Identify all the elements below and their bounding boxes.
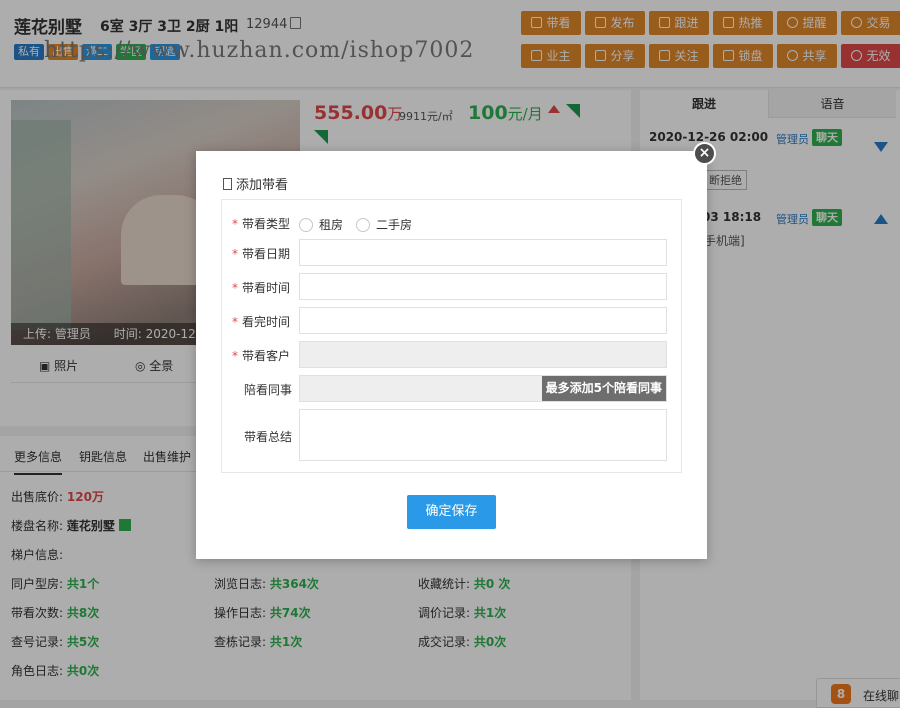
radio-rent[interactable]: 租房	[299, 216, 343, 233]
dialog-title: 添加带看	[223, 174, 288, 193]
close-icon[interactable]: ×	[693, 142, 716, 165]
radio-second-hand[interactable]: 二手房	[356, 216, 412, 233]
colleague-input[interactable]: 最多添加5个陪看同事	[299, 375, 667, 402]
end-time-input[interactable]	[299, 307, 667, 334]
add-viewing-dialog: × 添加带看 * 带看类型 租房 二手房 * 带看日期 * 带看时间 * 看完时间 * 带…	[196, 142, 716, 559]
viewing-date-input[interactable]	[299, 239, 667, 266]
viewing-time-input[interactable]	[299, 273, 667, 300]
save-button[interactable]: 确定保存	[407, 495, 496, 529]
viewing-form: * 带看类型 租房 二手房 * 带看日期 * 带看时间 * 看完时间 * 带看客户 陪看同…	[221, 199, 682, 473]
summary-textarea[interactable]	[299, 409, 667, 461]
radio-circle-icon	[299, 218, 313, 232]
document-icon	[223, 178, 232, 190]
radio-circle-icon	[356, 218, 370, 232]
customer-input[interactable]	[299, 341, 667, 368]
add-colleague-button[interactable]: 最多添加5个陪看同事	[541, 376, 666, 401]
